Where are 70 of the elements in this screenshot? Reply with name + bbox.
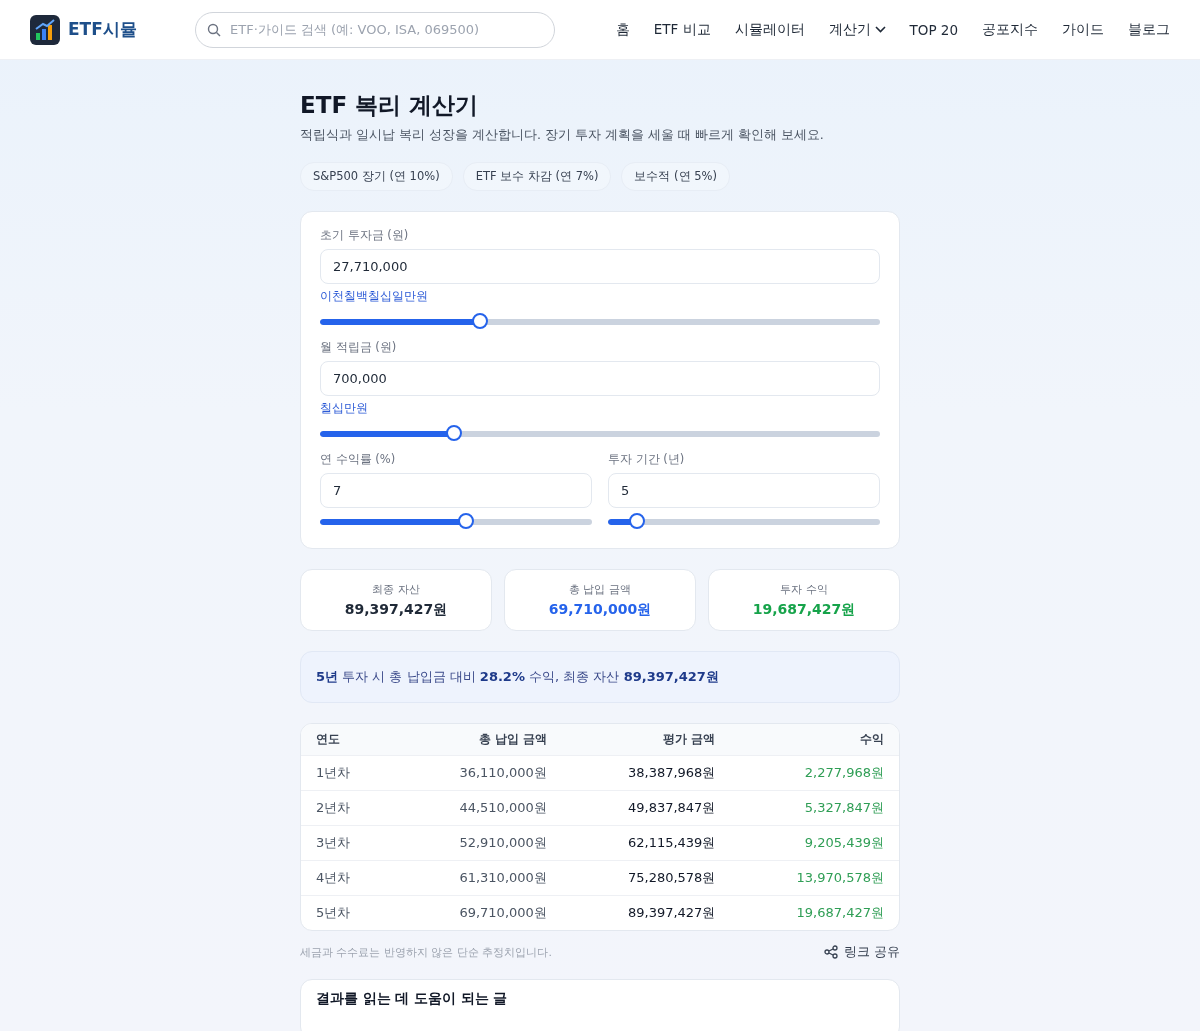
table-cell: 89,397,427원 — [561, 895, 731, 930]
preset-chip[interactable]: S&P500 장기 (연 10%) — [300, 162, 453, 191]
share-icon — [823, 945, 838, 959]
slider-thumb[interactable] — [445, 425, 462, 441]
table-cell: 38,387,968원 — [561, 755, 731, 791]
amount-in-words: 칠십만원 — [320, 401, 369, 416]
summary-text: 5년 투자 시 총 납입금 대비 28.2% 수익, 최종 자산 89,397,427원 — [316, 668, 719, 686]
table-cell: 2년차 — [301, 790, 394, 826]
field-label: 월 적립금 (원) — [320, 340, 398, 355]
slider-thumb[interactable] — [457, 513, 474, 529]
stat-value: 89,397,427원 — [344, 600, 448, 619]
table-cell: 5,327,847원 — [730, 790, 899, 826]
page-title: ETF 복리 계산기 — [300, 91, 480, 120]
slider[interactable] — [608, 513, 880, 530]
amount-in-words: 이천칠백칠십일만원 — [320, 289, 429, 304]
slider[interactable] — [320, 313, 880, 330]
field-label: 초기 투자금 (원) — [320, 228, 410, 243]
stat-label: 총 납입 금액 — [569, 581, 631, 597]
table-cell: 2,277,968원 — [730, 755, 899, 791]
table-cell: 1년차 — [301, 755, 394, 791]
preset-chip[interactable]: 보수적 (연 5%) — [621, 162, 730, 191]
input-field[interactable]: 700,000 — [320, 361, 880, 396]
nav-link[interactable]: 시뮬레이터 — [734, 20, 805, 39]
table-cell: 52,910,000원 — [393, 825, 562, 861]
table-cell: 69,710,000원 — [393, 895, 562, 930]
table-cell: 19,687,427원 — [730, 895, 899, 930]
stat-value: 19,687,427원 — [752, 600, 856, 619]
slider-thumb[interactable] — [471, 313, 488, 329]
table-cell: 4년차 — [301, 860, 394, 896]
column-header: 평가 금액 — [561, 724, 731, 756]
stat-value: 69,710,000원 — [548, 600, 652, 619]
field-label: 연 수익률 (%) — [320, 452, 397, 467]
section-title: 결과를 읽는 데 도움이 되는 글 — [316, 990, 509, 1008]
page-subtitle: 적립식과 일시납 복리 성장을 계산합니다. 장기 투자 계획을 세울 때 빠르게 확인해 보세요. — [300, 127, 825, 144]
table-cell: 61,310,000원 — [393, 860, 562, 896]
stat-label: 투자 수익 — [780, 581, 828, 597]
chart-logo-icon[interactable] — [30, 14, 60, 45]
table-cell: 75,280,578원 — [561, 860, 731, 896]
input-field[interactable]: 7 — [320, 473, 592, 508]
slider[interactable] — [320, 425, 880, 442]
logo-text[interactable]: ETF시뮬 — [68, 18, 137, 41]
chevron-down-icon — [874, 26, 886, 33]
table-cell: 44,510,000원 — [393, 790, 562, 826]
field-label: 투자 기간 (년) — [608, 452, 686, 467]
column-header: 연도 — [301, 724, 394, 756]
share-link-button[interactable]: 링크 공유 — [823, 943, 900, 961]
input-field[interactable]: 5 — [608, 473, 880, 508]
preset-chip[interactable]: ETF 보수 차감 (연 7%) — [462, 162, 612, 191]
nav-link[interactable]: 홈 — [615, 20, 630, 39]
nav-link[interactable]: TOP 20 — [909, 20, 958, 39]
table-cell: 9,205,439원 — [730, 825, 899, 861]
nav-link[interactable]: 공포지수 — [982, 20, 1038, 39]
input-field[interactable]: 27,710,000 — [320, 249, 880, 284]
column-header: 수익 — [730, 724, 899, 756]
search-field[interactable]: ETF·가이드 검색 (예: VOO, ISA, 069500) — [195, 11, 555, 48]
slider-thumb[interactable] — [628, 513, 645, 529]
table-cell: 49,837,847원 — [561, 790, 731, 826]
table-cell: 13,970,578원 — [730, 860, 899, 896]
nav-link[interactable]: ETF 비교 — [653, 20, 711, 39]
slider[interactable] — [320, 513, 592, 530]
table-cell: 3년차 — [301, 825, 394, 861]
nav-link[interactable]: 계산기 — [828, 20, 886, 39]
column-header: 총 납입 금액 — [393, 724, 562, 756]
table-cell: 36,110,000원 — [393, 755, 562, 791]
stat-label: 최종 자산 — [372, 581, 420, 597]
table-cell: 5년차 — [301, 895, 394, 930]
table-cell: 62,115,439원 — [561, 825, 731, 861]
disclaimer-text: 세금과 수수료는 반영하지 않은 단순 추정치입니다. — [300, 944, 552, 960]
nav-link[interactable]: 블로그 — [1128, 20, 1170, 39]
nav-link[interactable]: 가이드 — [1062, 20, 1104, 39]
